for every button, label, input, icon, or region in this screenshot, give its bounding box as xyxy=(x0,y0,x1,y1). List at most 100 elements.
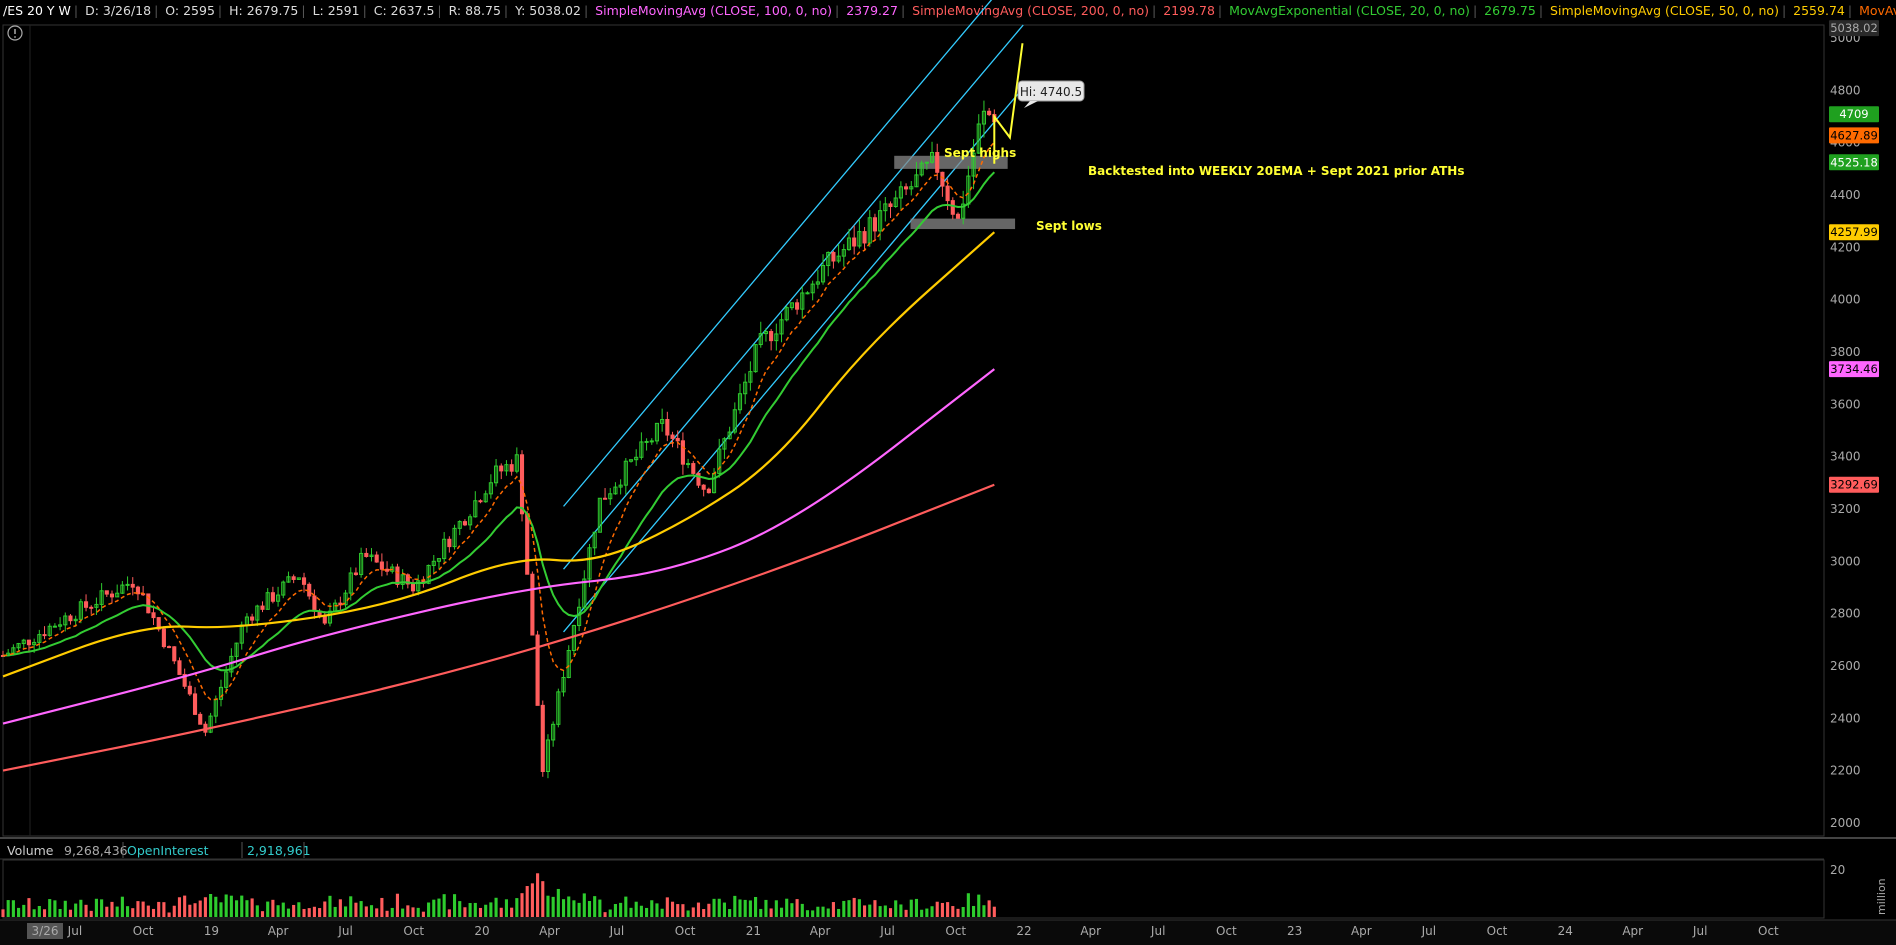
volume-bar xyxy=(650,900,654,917)
volume-bar xyxy=(826,908,830,917)
volume-bar xyxy=(219,902,223,917)
volume-bar xyxy=(593,896,597,917)
volume-bar xyxy=(525,886,529,917)
candle-up xyxy=(686,463,691,466)
candle-down xyxy=(602,497,608,500)
volume-bar xyxy=(639,905,643,917)
volume-bar xyxy=(738,899,742,917)
y-tick-label: 2200 xyxy=(1830,764,1861,778)
candle-down xyxy=(706,488,711,494)
volume-bar xyxy=(120,896,124,917)
volume-bar xyxy=(847,900,851,917)
volume-bar xyxy=(800,903,804,917)
candle-down xyxy=(177,660,182,675)
candle-down xyxy=(535,634,540,706)
price-badge-label: 4525.18 xyxy=(1830,155,1878,169)
volume-bar xyxy=(84,904,88,917)
volume-bar xyxy=(100,899,104,917)
candle-down xyxy=(852,237,857,247)
volume-bar xyxy=(681,904,685,917)
volume-bar xyxy=(561,899,566,917)
volume-bar xyxy=(769,908,773,917)
candle-down xyxy=(691,463,696,474)
y-tick-label: 3000 xyxy=(1830,554,1861,568)
price-chart[interactable]: 2000 2200 2400 2600 2800 3000 3200 3400 3600 3800… xyxy=(0,0,1896,945)
candle-up xyxy=(52,625,57,628)
volume-bar xyxy=(328,895,332,917)
volume-bar xyxy=(74,903,78,917)
price-badge-label: 3292.69 xyxy=(1830,478,1878,492)
volume-bar xyxy=(6,900,10,917)
y-tick-label: 2800 xyxy=(1830,607,1861,621)
sept-lows-label[interactable]: Sept lows xyxy=(1036,219,1102,233)
volume-bar xyxy=(234,900,239,917)
candle-down xyxy=(270,592,275,602)
volume-bar xyxy=(676,904,680,917)
volume-bar xyxy=(536,873,540,917)
volume-bar xyxy=(852,897,856,917)
volume-bar xyxy=(266,901,270,917)
x-tick-label: 20 xyxy=(474,924,489,938)
y-tick-label: 2400 xyxy=(1830,711,1861,725)
candle-down xyxy=(447,538,452,548)
volume-bar xyxy=(458,901,462,917)
candle-down xyxy=(68,615,73,622)
volume-bar xyxy=(691,907,695,917)
volume-bar xyxy=(712,898,716,917)
volume-bar xyxy=(489,902,493,917)
volume-bar xyxy=(302,908,306,917)
volume-bar xyxy=(307,908,311,917)
volume-bar xyxy=(696,902,701,917)
sept-highs-label[interactable]: Sept highs xyxy=(944,146,1016,160)
volume-bar xyxy=(510,907,514,917)
volume-bar xyxy=(920,909,924,917)
volume-bar xyxy=(318,908,322,917)
hi-label: Hi: 4740.5 xyxy=(1020,85,1082,99)
volume-bar xyxy=(172,905,176,917)
backtest-annotation[interactable]: Backtested into WEEKLY 20EMA + Sept 2021… xyxy=(1088,164,1464,178)
volume-bar xyxy=(935,901,939,917)
candle-down xyxy=(940,171,945,187)
volume-bar xyxy=(790,903,794,917)
candle-down xyxy=(364,552,369,557)
volume-bar xyxy=(281,902,285,917)
candle-down xyxy=(519,454,525,515)
candle-down xyxy=(478,500,483,503)
volume-bar xyxy=(146,905,150,917)
volume-bar xyxy=(670,901,675,917)
volume-bar xyxy=(925,908,929,917)
volume-bar xyxy=(613,904,617,917)
y-tick-label: 3600 xyxy=(1830,397,1861,411)
x-tick-label: 23 xyxy=(1287,924,1302,938)
volume-bar xyxy=(395,893,400,917)
volume-bar xyxy=(748,900,752,917)
volume-bar xyxy=(972,905,976,917)
volume-bar xyxy=(255,905,259,917)
candle-down xyxy=(670,434,675,439)
x-tick-label: Apr xyxy=(268,924,289,938)
volume-bar xyxy=(977,894,981,917)
volume-bar xyxy=(582,893,586,917)
volume-bar xyxy=(660,908,664,917)
x-tick-label: Apr xyxy=(1080,924,1101,938)
volume-bar xyxy=(224,894,228,917)
candle-down xyxy=(42,634,47,637)
volume-bar xyxy=(733,895,737,917)
volume-bar xyxy=(572,900,576,917)
candle-down xyxy=(187,685,192,695)
candle-down xyxy=(353,572,358,576)
candle-down xyxy=(950,200,955,215)
candle-down xyxy=(161,628,166,648)
y-tick-label: 2000 xyxy=(1830,816,1861,830)
volume-bar xyxy=(556,888,560,917)
volume-bar xyxy=(930,906,934,917)
x-tick-label: Jul xyxy=(609,924,624,938)
volume-bar xyxy=(79,899,83,917)
volume-bar xyxy=(68,909,73,917)
x-tick-label: Jul xyxy=(1421,924,1436,938)
volume-bar xyxy=(452,894,457,917)
volume-bar xyxy=(764,899,768,917)
price-badge-label: 4257.99 xyxy=(1830,225,1878,239)
volume-bar xyxy=(551,896,555,917)
volume-bar xyxy=(333,906,337,917)
